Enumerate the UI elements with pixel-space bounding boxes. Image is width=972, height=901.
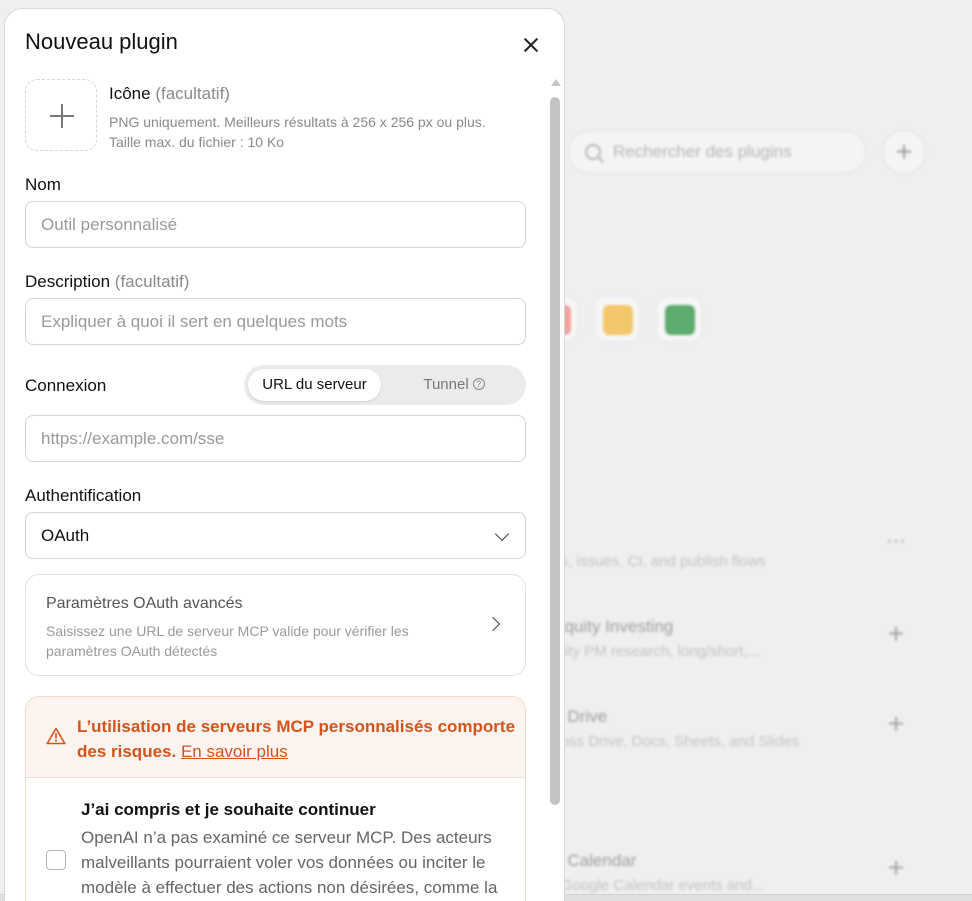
icon-upload-button[interactable] [25, 79, 97, 151]
server-url-option-label: URL du serveur [262, 376, 367, 393]
close-icon[interactable] [517, 31, 545, 59]
dialog-scrollbar[interactable] [550, 79, 562, 819]
icon-help-line: PNG uniquement. Meilleurs résultats à 25… [109, 114, 486, 130]
tunnel-option[interactable]: Tunnel? [386, 369, 522, 401]
icon-field-label: Icône (facultatif) [109, 84, 230, 104]
chevron-right-icon [485, 616, 501, 632]
add-plugin-icon[interactable]: + [884, 708, 908, 740]
chevron-down-icon [494, 526, 510, 542]
learn-more-link[interactable]: En savoir plus [181, 742, 288, 761]
auth-select[interactable]: OAuth [25, 512, 526, 559]
risk-warning-message: L’utilisation de serveurs MCP personnali… [77, 717, 516, 761]
auth-label: Authentification [25, 486, 142, 505]
optional-tag: (facultatif) [155, 84, 230, 103]
app-icon-green-fill [665, 305, 695, 335]
optional-tag: (facultatif) [114, 272, 190, 291]
more-options-icon[interactable]: ··· [884, 530, 908, 553]
description-label: Description (facultatif) [25, 272, 189, 292]
tunnel-option-label: Tunnel [423, 376, 469, 393]
plugin-row-subtitle: PRs, issues, CI, and publish flows [540, 553, 766, 570]
advanced-oauth-settings[interactable]: Paramètres OAuth avancés Saisissez une U… [25, 574, 526, 676]
warning-icon [46, 727, 66, 745]
connection-label: Connexion [25, 376, 107, 395]
risk-warning-text: L’utilisation de serveurs MCP personnali… [77, 714, 517, 764]
new-plugin-dialog: Nouveau plugin Icône (facultatif) PNG un… [4, 8, 565, 901]
name-input[interactable] [25, 201, 526, 248]
app-icon-orange-fill [603, 305, 633, 335]
acknowledge-body: OpenAI n’a pas examiné ce serveur MCP. D… [81, 828, 498, 897]
risk-acknowledgement: J’ai compris et je souhaite continuer Op… [26, 778, 525, 901]
icon-help-line: Taille max. du fichier : 10 Ko [109, 134, 285, 150]
help-icon[interactable]: ? [472, 378, 485, 390]
acknowledge-title: J’ai compris et je souhaite continuer [81, 800, 376, 819]
dialog-title: Nouveau plugin [25, 29, 178, 54]
plugin-search-placeholder: Rechercher des plugins [613, 142, 792, 161]
add-plugin-icon[interactable]: + [884, 852, 908, 884]
scroll-up-arrow-icon[interactable] [551, 79, 561, 86]
advanced-oauth-title: Paramètres OAuth avancés [46, 595, 243, 612]
icon-help-text: PNG uniquement. Meilleurs résultats à 25… [109, 112, 529, 152]
auth-selected-value: OAuth [41, 526, 90, 545]
risk-warning-header: L’utilisation de serveurs MCP personnali… [26, 697, 525, 778]
acknowledge-checkbox[interactable] [46, 850, 66, 870]
connection-type-toggle: URL du serveur Tunnel? [244, 365, 526, 405]
risk-notice: L’utilisation de serveurs MCP personnali… [25, 696, 526, 901]
scroll-thumb[interactable] [550, 97, 560, 805]
server-url-input[interactable] [25, 415, 526, 462]
add-plugin-button[interactable]: + [882, 130, 926, 174]
icon-label-text: Icône [109, 84, 151, 103]
plugin-search-bar[interactable]: Rechercher des plugins [568, 131, 866, 173]
server-url-option[interactable]: URL du serveur [248, 369, 381, 401]
advanced-oauth-description: Saisissez une URL de serveur MCP valide … [46, 623, 409, 659]
app-icon-orange[interactable] [594, 296, 640, 342]
description-label-text: Description [25, 272, 111, 291]
name-label: Nom [25, 175, 61, 194]
add-plugin-icon[interactable]: + [884, 618, 908, 650]
app-icon-green[interactable] [656, 296, 702, 342]
search-icon [585, 144, 601, 160]
description-input[interactable] [25, 298, 526, 345]
